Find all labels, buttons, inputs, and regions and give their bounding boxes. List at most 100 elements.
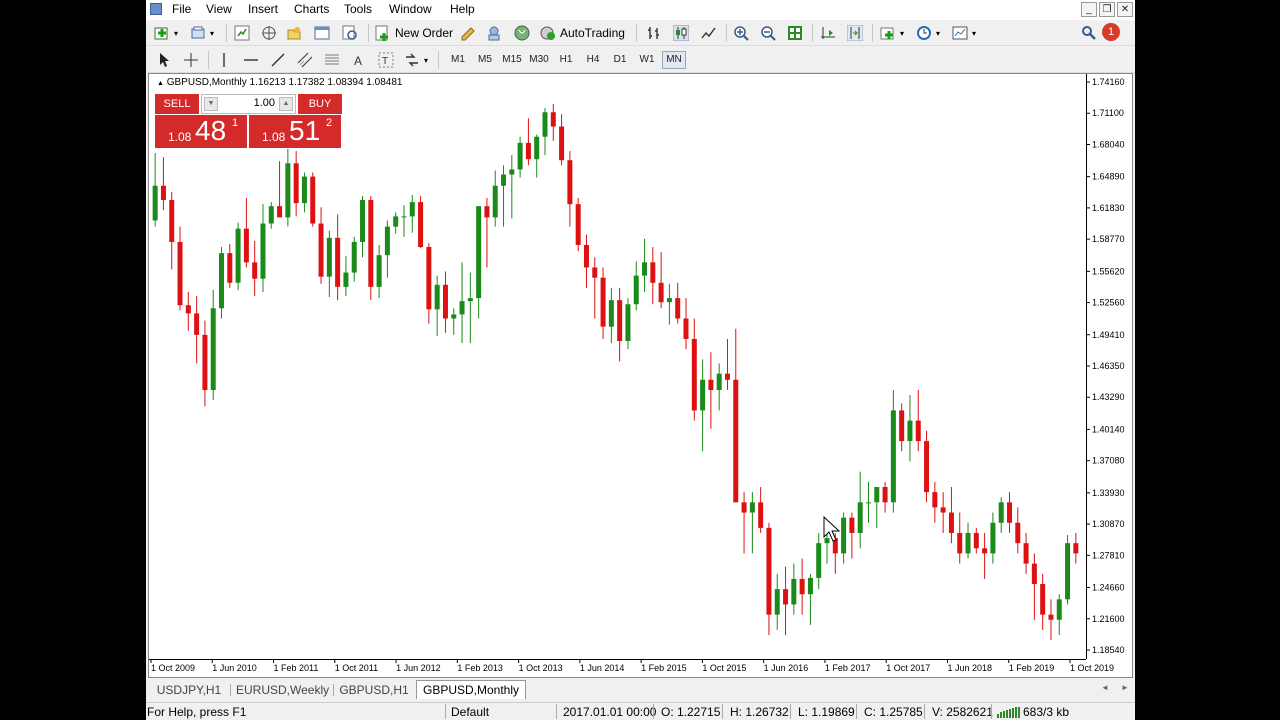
cursor-icon[interactable] [156,52,172,68]
candle-body [567,160,573,205]
collapse-arrow-icon[interactable]: ▲ [157,80,164,87]
tabs-scroll-left-icon[interactable]: ◄ [1101,683,1109,692]
autotrading-icon [540,26,555,40]
candle-body [484,206,490,218]
candle-body [998,502,1004,523]
new-chart-button[interactable]: ▾ [154,23,178,43]
indicators-button[interactable]: ▾ [880,23,904,43]
time-tick-label: 1 Feb 2017 [825,663,871,673]
price-chart[interactable]: 1.74160 1.71100 1.68040 1.64890 1.61830 1.587… [149,74,1132,677]
status-open: O: 1.22715 [661,705,721,719]
buy-price-button[interactable]: 1.08 51 2 [249,115,341,148]
connection-status-icon[interactable] [997,706,1021,718]
menu-view[interactable]: View [206,2,232,16]
timeframe-m15[interactable]: M15 [500,51,524,69]
lot-size-field[interactable]: ▼ 1.00 ▲ [201,94,296,114]
metaeditor-icon[interactable] [460,25,476,41]
line-chart-icon[interactable] [701,25,717,41]
price-tick-label: 1.40140 [1092,424,1125,434]
vertical-line-icon[interactable] [216,52,232,68]
candle-body [816,543,822,578]
tile-windows-icon[interactable] [787,25,803,41]
bar-chart-icon[interactable] [646,25,662,41]
chart-tabs: USDJPY,H1 EURUSD,Weekly GBPUSD,H1 GBPUSD… [146,680,1135,700]
zoom-out-icon[interactable] [760,25,776,41]
templates-button[interactable]: ▾ [952,23,976,43]
equidistant-channel-icon[interactable] [297,52,313,68]
candle-body [559,126,565,161]
lot-decrease-button[interactable]: ▼ [204,97,218,111]
signals-icon[interactable] [486,25,502,41]
restore-button[interactable]: ❐ [1099,2,1115,17]
search-icon[interactable] [1081,25,1097,41]
candle-body [849,517,855,533]
menu-charts[interactable]: Charts [294,2,329,16]
sell-button[interactable]: SELL [155,94,199,114]
time-tick-label: 1 Oct 2015 [702,663,746,673]
candle-body [899,410,905,442]
price-tick-label: 1.27810 [1092,550,1125,560]
market-icon[interactable] [514,25,530,41]
candle-body [152,185,158,221]
candle-body [160,185,166,201]
data-window-icon[interactable] [261,25,277,41]
menu-help[interactable]: Help [450,2,475,16]
tabs-scroll-right-icon[interactable]: ► [1121,683,1129,692]
menu-window[interactable]: Window [389,2,432,16]
timeframe-h4[interactable]: H4 [581,51,605,69]
tab-eurusd-weekly[interactable]: EURUSD,Weekly [236,682,329,698]
navigator-icon[interactable] [286,25,302,41]
new-order-button[interactable]: New Order [375,23,453,43]
timeframe-m30[interactable]: M30 [527,51,551,69]
arrows-button[interactable]: ▾ [404,50,428,70]
chart-window[interactable]: 1.74160 1.71100 1.68040 1.64890 1.61830 1.587… [148,73,1133,678]
crosshair-icon[interactable] [183,52,199,68]
candlestick-chart-icon[interactable] [673,25,689,41]
candle-body [335,237,341,287]
tab-gbpusd-h1[interactable]: GBPUSD,H1 [339,682,409,698]
candle-body [351,241,357,273]
zoom-in-icon[interactable] [733,25,749,41]
candle-body [343,272,349,287]
candle-body [766,527,772,615]
market-watch-icon[interactable] [234,25,250,41]
close-button[interactable]: ✕ [1117,2,1133,17]
tab-usdjpy-h1[interactable]: USDJPY,H1 [154,682,224,698]
strategy-tester-icon[interactable] [342,25,358,41]
text-label-icon[interactable]: T [378,52,394,68]
timeframe-m5[interactable]: M5 [473,51,497,69]
trendline-icon[interactable] [270,52,286,68]
timeframe-w1[interactable]: W1 [635,51,659,69]
profiles-button[interactable]: ▾ [190,23,214,43]
periods-button[interactable]: ▾ [916,23,940,43]
timeframe-h1[interactable]: H1 [554,51,578,69]
time-tick-label: 1 Oct 2017 [886,663,930,673]
timeframe-m1[interactable]: M1 [446,51,470,69]
sell-price-button[interactable]: 1.08 48 1 [155,115,247,148]
menu-bar: File View Insert Charts Tools Window Hel… [146,0,1135,20]
notification-badge[interactable]: 1 [1102,23,1120,41]
candle-body [467,298,473,302]
status-close: C: 1.25785 [864,705,923,719]
sell-price-prefix: 1.08 [168,130,192,144]
lot-value[interactable]: 1.00 [220,97,275,109]
horizontal-line-icon[interactable] [243,52,259,68]
menu-tools[interactable]: Tools [344,2,372,16]
terminal-icon[interactable] [314,25,330,41]
autotrading-button[interactable]: AutoTrading [540,23,625,43]
text-tool-icon[interactable]: A [351,52,367,68]
buy-button[interactable]: BUY [298,94,342,114]
fibonacci-icon[interactable] [324,52,340,68]
timeframe-mn[interactable]: MN [662,51,686,69]
menu-insert[interactable]: Insert [248,2,278,16]
templates-icon [952,26,968,40]
chart-shift-icon[interactable] [820,25,836,41]
menu-file[interactable]: File [172,2,191,16]
candle-body [492,185,498,218]
autoscroll-icon[interactable] [847,25,863,41]
minimize-button[interactable]: _ [1081,2,1097,17]
lot-increase-button[interactable]: ▲ [279,97,293,111]
tab-gbpusd-monthly[interactable]: GBPUSD,Monthly [416,680,526,699]
timeframe-d1[interactable]: D1 [608,51,632,69]
status-profile[interactable]: Default [451,705,489,719]
